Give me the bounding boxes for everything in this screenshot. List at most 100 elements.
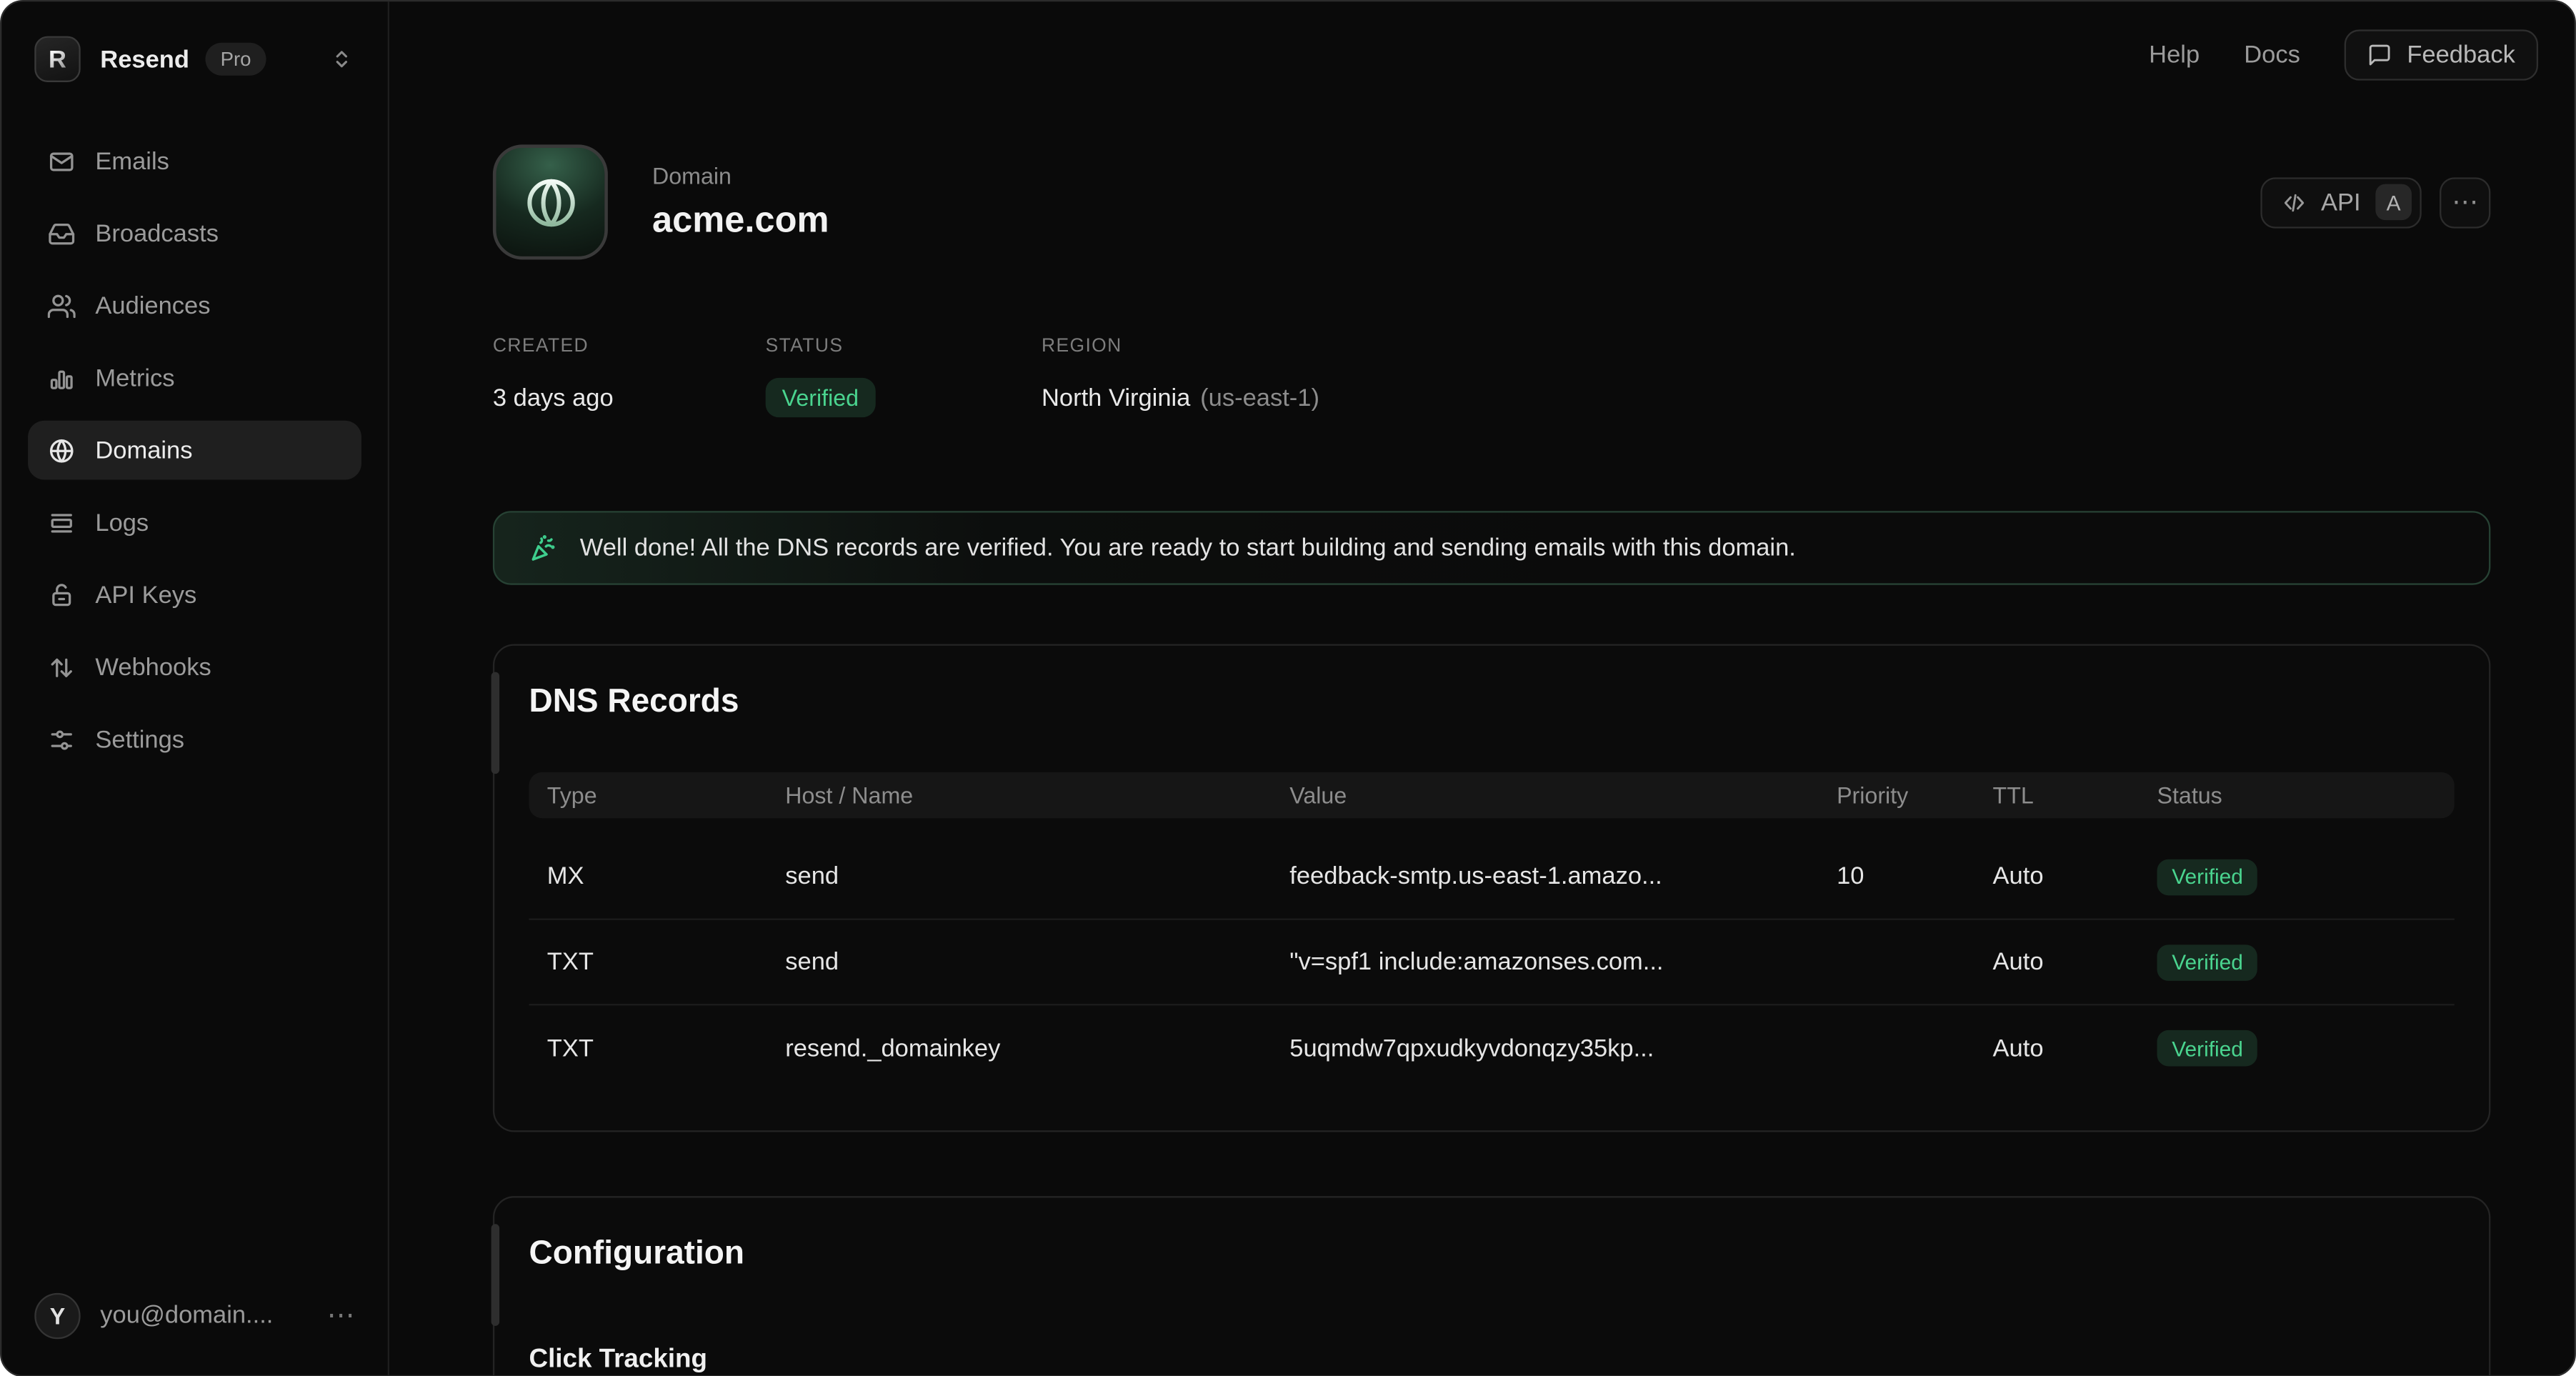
user-ellipsis-icon[interactable]: ⋯ <box>327 1299 355 1332</box>
status-badge: Verified <box>2157 859 2258 895</box>
cell-value: feedback-smtp.us-east-1.amazo... <box>1289 862 1837 890</box>
speech-bubble-icon <box>2367 43 2392 67</box>
sidebar-item-label: Logs <box>95 509 149 537</box>
header-controls: API A ⋯ <box>2260 176 2490 227</box>
inbox-icon <box>48 219 76 247</box>
resend-logo: R <box>34 36 80 82</box>
topbar: Help Docs Feedback <box>2149 29 2538 80</box>
cell-type: TXT <box>547 948 785 976</box>
arrows-up-down-icon <box>48 653 76 681</box>
column-header-value: Value <box>1289 782 1837 809</box>
column-header-ttl: TTL <box>1993 782 2157 809</box>
sidebar-item-webhooks[interactable]: Webhooks <box>28 637 361 697</box>
sidebar: R Resend Pro Emails Broadcasts <box>1 1 389 1374</box>
created-label: CREATED <box>493 336 766 357</box>
app-window: R Resend Pro Emails Broadcasts <box>0 0 2576 1376</box>
cell-host: send <box>785 948 1289 976</box>
sidebar-item-label: Settings <box>95 725 184 753</box>
meta-created: CREATED 3 days ago <box>493 336 766 417</box>
bar-chart-icon <box>48 364 76 392</box>
banner-text: Well done! All the DNS records are verif… <box>580 534 1796 562</box>
mail-icon <box>48 147 76 175</box>
created-value: 3 days ago <box>493 378 766 417</box>
sidebar-item-audiences[interactable]: Audiences <box>28 276 361 335</box>
plan-badge: Pro <box>206 43 266 76</box>
code-icon <box>2282 190 2306 214</box>
user-menu[interactable]: Y you@domain.... ⋯ <box>1 1266 387 1375</box>
region-label: REGION <box>1042 336 1319 357</box>
api-shortcut-key: A <box>2375 184 2412 221</box>
sidebar-item-label: Domains <box>95 437 192 464</box>
column-header-type: Type <box>547 782 785 809</box>
sidebar-item-emails[interactable]: Emails <box>28 131 361 191</box>
feedback-button[interactable]: Feedback <box>2345 29 2538 80</box>
sidebar-item-label: Broadcasts <box>95 219 219 247</box>
dns-table-body: MX send feedback-smtp.us-east-1.amazo...… <box>529 834 2455 1091</box>
rows-icon <box>48 509 76 537</box>
sidebar-item-label: Audiences <box>95 291 210 319</box>
help-link[interactable]: Help <box>2149 41 2200 69</box>
dns-table-header: Type Host / Name Value Priority TTL Stat… <box>529 772 2455 818</box>
cell-type: TXT <box>547 1035 785 1062</box>
sidebar-item-api-keys[interactable]: API Keys <box>28 565 361 624</box>
sidebar-item-label: Metrics <box>95 364 174 392</box>
lock-icon <box>48 581 76 609</box>
cell-ttl: Auto <box>1993 948 2157 976</box>
page-title: acme.com <box>652 199 829 241</box>
table-row: MX send feedback-smtp.us-east-1.amazo...… <box>529 834 2455 920</box>
api-button-label: API <box>2321 188 2361 216</box>
cell-host: resend._domainkey <box>785 1035 1289 1062</box>
workspace-switcher[interactable]: R Resend Pro <box>1 1 387 116</box>
sidebar-item-domains[interactable]: Domains <box>28 421 361 480</box>
globe-icon <box>521 174 579 231</box>
status-badge: Verified <box>2157 944 2258 980</box>
column-header-priority: Priority <box>1837 782 1992 809</box>
workspace-name: Resend <box>100 45 189 73</box>
domain-avatar <box>493 144 608 259</box>
user-email: you@domain.... <box>100 1301 307 1329</box>
click-tracking-label: Click Tracking <box>529 1345 2455 1375</box>
sidebar-item-settings[interactable]: Settings <box>28 709 361 769</box>
avatar: Y <box>34 1292 80 1338</box>
configuration-title: Configuration <box>529 1235 2455 1273</box>
globe-icon <box>48 437 76 464</box>
column-header-status: Status <box>2157 782 2437 809</box>
api-button[interactable]: API A <box>2260 176 2422 227</box>
meta-status: STATUS Verified <box>766 336 1042 417</box>
users-icon <box>48 291 76 319</box>
sidebar-item-label: Emails <box>95 147 169 175</box>
party-popper-icon <box>527 532 560 564</box>
cell-value: 5uqmdw7qpxudkyvdonqzy35kp... <box>1289 1035 1837 1062</box>
table-row: TXT send "v=spf1 include:amazonses.com..… <box>529 920 2455 1006</box>
region-value: North Virginia <box>1042 384 1190 412</box>
dns-records-title: DNS Records <box>529 684 2455 722</box>
cell-priority: 10 <box>1837 862 1992 890</box>
sidebar-item-metrics[interactable]: Metrics <box>28 349 361 408</box>
main-content: Help Docs Feedback Domain acme.com <box>389 1 2575 1374</box>
status-badge: Verified <box>2157 1030 2258 1067</box>
region-code: (us-east-1) <box>1200 384 1319 412</box>
column-header-host: Host / Name <box>785 782 1289 809</box>
sidebar-item-label: Webhooks <box>95 653 211 681</box>
sidebar-item-logs[interactable]: Logs <box>28 493 361 552</box>
dns-records-card: DNS Records Type Host / Name Value Prior… <box>493 644 2490 1132</box>
cell-value: "v=spf1 include:amazonses.com... <box>1289 948 1837 976</box>
status-badge: Verified <box>766 378 875 417</box>
stage: R Resend Pro Emails Broadcasts <box>0 0 2576 1376</box>
resend-logo-letter: R <box>49 45 66 73</box>
domain-page: Domain acme.com API A ⋯ <box>389 1 2575 1376</box>
domain-meta: CREATED 3 days ago STATUS Verified REGIO… <box>493 336 2490 417</box>
meta-region: REGION North Virginia (us-east-1) <box>1042 336 1319 417</box>
chevrons-up-down-icon[interactable] <box>329 46 355 72</box>
sliders-icon <box>48 725 76 753</box>
sidebar-nav: Emails Broadcasts Audiences Metrics Doma… <box>1 131 387 1266</box>
cell-host: send <box>785 862 1289 890</box>
cell-ttl: Auto <box>1993 862 2157 890</box>
cell-ttl: Auto <box>1993 1035 2157 1062</box>
avatar-initial: Y <box>50 1302 65 1329</box>
docs-link[interactable]: Docs <box>2244 41 2300 69</box>
domain-options-ellipsis-icon[interactable]: ⋯ <box>2440 176 2490 227</box>
page-eyebrow: Domain <box>652 163 829 189</box>
table-row: TXT resend._domainkey 5uqmdw7qpxudkyvdon… <box>529 1005 2455 1091</box>
sidebar-item-broadcasts[interactable]: Broadcasts <box>28 204 361 263</box>
